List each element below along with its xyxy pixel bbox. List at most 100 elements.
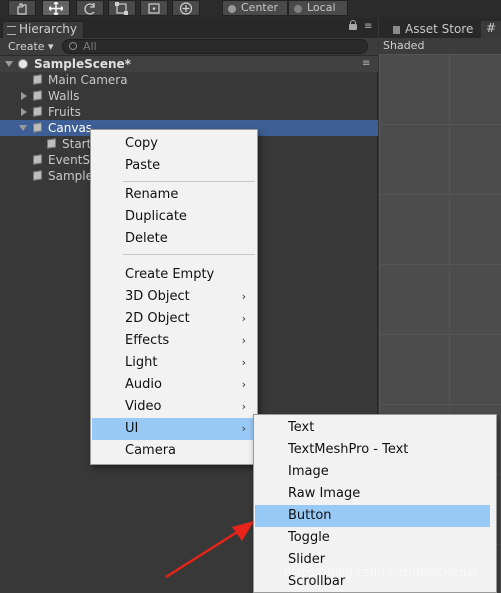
hand-icon <box>17 3 27 15</box>
unity-scene-icon <box>18 59 28 69</box>
menu-item-label: Camera <box>125 443 177 458</box>
menu-item-effects[interactable]: Effects › <box>92 330 256 352</box>
create-dropdown[interactable]: Create ▾ <box>8 40 54 53</box>
gameobject-cube-icon <box>47 138 56 149</box>
menu-item-label: Paste <box>125 158 161 173</box>
hierarchy-item-label: Canvas <box>48 121 93 135</box>
submenu-item-toggle[interactable]: Toggle <box>255 527 495 549</box>
menu-item-label: 2D Object <box>125 311 190 326</box>
pivot-space-toggle[interactable]: Local <box>288 0 348 16</box>
scale-icon <box>115 2 128 15</box>
menu-item-light[interactable]: Light › <box>92 352 256 374</box>
hierarchy-item-walls[interactable]: Walls <box>0 88 378 104</box>
submenu-item-text[interactable]: Text <box>255 417 495 439</box>
menu-item-label: Copy <box>125 136 158 151</box>
asset-store-tab-label: Asset Store <box>405 22 474 36</box>
rect-tool-button[interactable] <box>140 0 168 16</box>
expand-arrow-icon[interactable] <box>21 92 27 100</box>
submenu-item-label: Image <box>288 464 329 479</box>
gameobject-cube-icon <box>33 106 42 117</box>
menu-item-3d-object[interactable]: 3D Object › <box>92 286 256 308</box>
hierarchy-toolbar: Create ▾ All <box>0 38 378 56</box>
hand-tool-button[interactable] <box>8 0 36 16</box>
scene-tab-bar: Asset Store # <box>379 18 501 38</box>
submenu-item-textmeshpro-text[interactable]: TextMeshPro - Text <box>255 439 495 461</box>
context-menu: Copy Paste Rename Duplicate Delete Creat… <box>90 129 258 465</box>
menu-item-audio[interactable]: Audio › <box>92 374 256 396</box>
submenu-item-label: Text <box>288 420 315 435</box>
watermark: https://blog.csdn.net/newchenxf <box>284 565 478 579</box>
hierarchy-item-main-camera[interactable]: Main Camera <box>0 72 378 88</box>
lock-icon[interactable] <box>349 20 357 30</box>
hierarchy-item-label: Fruits <box>48 105 81 119</box>
rotate-icon <box>84 3 95 15</box>
menu-item-label: Rename <box>125 187 179 202</box>
gameobject-cube-icon <box>33 90 42 101</box>
menu-item-delete[interactable]: Delete <box>92 228 256 250</box>
menu-item-label: UI <box>125 421 139 436</box>
menu-item-label: Effects <box>125 333 170 348</box>
menu-item-label: Duplicate <box>125 209 187 224</box>
gameobject-cube-icon <box>33 170 42 181</box>
panel-menu-icon[interactable]: ≡ <box>364 22 374 32</box>
menu-item-rename[interactable]: Rename <box>92 184 256 206</box>
expand-arrow-icon[interactable] <box>21 108 27 116</box>
asset-store-bag-icon <box>393 26 400 34</box>
menu-item-video[interactable]: Video › <box>92 396 256 418</box>
menu-separator <box>123 181 255 182</box>
scene-header-row[interactable]: SampleScene* ≡ <box>0 56 378 72</box>
menu-item-label: 3D Object <box>125 289 190 304</box>
submenu-item-raw-image[interactable]: Raw Image <box>255 483 495 505</box>
scene-grid-icon: # <box>486 21 497 35</box>
hierarchy-list-icon <box>7 26 16 35</box>
hierarchy-item-label: Main Camera <box>48 73 128 87</box>
menu-item-label: Light <box>125 355 158 370</box>
gameobject-cube-icon <box>33 122 42 133</box>
local-space-icon <box>294 5 302 13</box>
hierarchy-search-input[interactable]: All <box>62 39 368 54</box>
submenu-arrow-icon: › <box>241 378 246 391</box>
tab-scene[interactable]: # <box>481 21 501 38</box>
move-tool-button[interactable] <box>42 0 70 16</box>
hierarchy-tab-bar: Hierarchy ≡ <box>0 18 378 38</box>
pivot-center-icon <box>228 5 236 13</box>
menu-item-label: Delete <box>125 231 168 246</box>
submenu-item-label: TextMeshPro - Text <box>288 442 409 457</box>
submenu-item-image[interactable]: Image <box>255 461 495 483</box>
transform-tool-button[interactable] <box>172 0 200 16</box>
rect-tool-icon <box>148 3 160 14</box>
gameobject-cube-icon <box>33 74 42 85</box>
move-arrows-icon <box>49 2 63 15</box>
submenu-arrow-icon: › <box>241 400 246 413</box>
collapse-arrow-icon[interactable] <box>19 125 27 131</box>
menu-item-ui[interactable]: UI › <box>92 418 256 440</box>
scene-fold-arrow-icon[interactable] <box>5 61 13 67</box>
menu-item-label: Audio <box>125 377 162 392</box>
menu-item-create-empty[interactable]: Create Empty <box>92 264 256 286</box>
rotate-tool-button[interactable] <box>76 0 104 16</box>
submenu-arrow-icon: › <box>241 422 246 435</box>
menu-item-paste[interactable]: Paste <box>92 155 256 177</box>
submenu-arrow-icon: › <box>241 290 246 303</box>
scene-options-icon[interactable]: ≡ <box>362 59 372 69</box>
submenu-item-button[interactable]: Button <box>255 505 490 527</box>
tab-asset-store[interactable]: Asset Store <box>387 21 495 38</box>
menu-item-camera[interactable]: Camera <box>92 440 256 462</box>
hierarchy-item-label: Sample <box>48 169 93 183</box>
draw-mode-dropdown[interactable]: Shaded <box>383 39 424 53</box>
menu-item-2d-object[interactable]: 2D Object › <box>92 308 256 330</box>
menu-item-copy[interactable]: Copy <box>92 133 256 155</box>
search-placeholder: All <box>83 40 97 53</box>
tab-hierarchy[interactable]: Hierarchy <box>2 21 84 38</box>
hierarchy-tab-label: Hierarchy <box>19 22 78 36</box>
menu-item-duplicate[interactable]: Duplicate <box>92 206 256 228</box>
search-icon <box>69 42 77 50</box>
hierarchy-item-fruits[interactable]: Fruits <box>0 104 378 120</box>
pivot-mode-toggle[interactable]: Center <box>222 0 288 16</box>
submenu-arrow-icon: › <box>241 334 246 347</box>
scale-tool-button[interactable] <box>108 0 136 16</box>
pivot-mode-label: Center <box>241 1 279 14</box>
menu-separator <box>123 254 255 255</box>
scene-toolbar: Shaded <box>379 38 501 55</box>
hierarchy-item-label: Start <box>62 137 92 151</box>
